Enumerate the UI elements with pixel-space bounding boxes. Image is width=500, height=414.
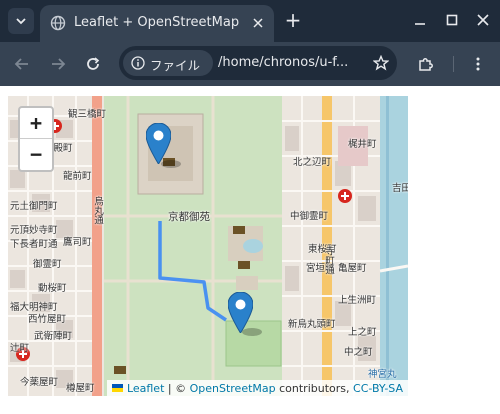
url-text[interactable]: /home/chronos/u-f...	[218, 55, 368, 70]
window-close-icon	[477, 14, 489, 26]
map-label: 辻町	[10, 343, 30, 354]
tab-list-button[interactable]	[8, 8, 34, 34]
forward-button[interactable]	[46, 52, 70, 76]
menu-icon	[476, 57, 480, 71]
map-label: 鷹司町	[63, 237, 92, 248]
ukraine-flag-icon	[111, 384, 123, 392]
browser-menu-button[interactable]	[466, 52, 490, 76]
zoom-control: + −	[18, 106, 54, 172]
toolbar-divider	[453, 56, 454, 72]
map-marker-start[interactable]	[146, 123, 171, 164]
osm-link[interactable]: OpenStreetMap	[190, 382, 276, 395]
map-label: 吉田	[392, 183, 408, 194]
map-label: 上生洲町	[338, 295, 377, 306]
back-icon	[14, 58, 28, 70]
forward-icon	[52, 58, 66, 70]
map-label: 動桜町	[38, 283, 67, 294]
extensions-icon	[419, 58, 433, 71]
tab-strip: Leaflet + OpenStreetMap +	[0, 0, 500, 42]
map-label: 京都御苑	[168, 211, 210, 223]
map-label: 烏丸通	[92, 196, 103, 225]
map-label: 龍前町	[63, 171, 92, 182]
browser-tab[interactable]: Leaflet + OpenStreetMap	[40, 5, 274, 42]
reload-button[interactable]	[81, 52, 105, 76]
extensions-button[interactable]	[414, 52, 438, 76]
leaflet-map[interactable]: 観三橋町 新殿町 龍前町 元土御門町 元頂妙寺町 下長者町通 鷹司町 御霊町 動…	[8, 96, 408, 396]
page-content: 観三橋町 新殿町 龍前町 元土御門町 元頂妙寺町 下長者町通 鷹司町 御霊町 動…	[0, 86, 500, 414]
map-attribution: Leaflet | © OpenStreetMap contributors, …	[106, 380, 408, 396]
zoom-out-button[interactable]: −	[20, 139, 52, 169]
security-chip-label: ファイル	[150, 58, 201, 73]
license-link[interactable]: CC-BY-SA	[353, 382, 403, 395]
map-label: 元頂妙寺町	[10, 225, 58, 236]
star-icon	[373, 55, 389, 71]
leaflet-link[interactable]: Leaflet	[127, 382, 164, 395]
close-icon	[253, 18, 263, 28]
map-label: 中御霊町	[290, 211, 329, 222]
info-icon	[131, 56, 145, 70]
map-label: 元土御門町	[10, 201, 58, 212]
map-marker-end[interactable]	[228, 292, 253, 333]
attribution-contributors: contributors,	[275, 381, 354, 395]
map-label: 中之町	[344, 347, 373, 358]
map-label: 西竹屋町	[28, 314, 67, 325]
map-label: 御霊町	[33, 259, 62, 270]
globe-icon	[50, 15, 66, 31]
map-label: 新烏丸頭町	[288, 319, 336, 330]
tab-title: Leaflet + OpenStreetMap	[74, 15, 240, 30]
map-label: 武衛陣町	[34, 331, 73, 342]
map-label: 亀屋町	[338, 263, 367, 274]
security-chip[interactable]: ファイル	[123, 50, 213, 76]
map-label: 樽屋町	[66, 383, 95, 394]
map-label: 梶井町	[348, 139, 377, 150]
map-label: 下長者町通	[10, 239, 58, 250]
minimize-icon	[415, 23, 425, 25]
map-label: 神宮丸	[368, 369, 397, 380]
attribution-separator: | ©	[164, 381, 190, 395]
map-label: 北之辺町	[293, 157, 332, 168]
address-bar[interactable]: ファイル /home/chronos/u-f...	[119, 46, 397, 80]
tab-list-icon	[16, 18, 26, 25]
window-close-button[interactable]	[472, 9, 494, 31]
new-tab-button[interactable]: +	[282, 8, 304, 32]
zoom-in-button[interactable]: +	[20, 108, 52, 139]
minimize-button[interactable]	[409, 9, 431, 31]
maximize-button[interactable]	[441, 9, 463, 31]
map-label: 寺町通	[323, 246, 334, 275]
map-label: 今薬屋町	[20, 377, 59, 388]
maximize-icon	[446, 14, 458, 26]
map-label: 観三橋町	[68, 109, 107, 120]
back-button[interactable]	[10, 52, 34, 76]
map-label: 上之町	[348, 327, 377, 338]
browser-toolbar: ファイル /home/chronos/u-f...	[0, 42, 500, 86]
bookmark-button[interactable]	[372, 54, 390, 72]
plus-icon: +	[284, 8, 302, 32]
tab-close-button[interactable]	[248, 13, 268, 33]
reload-icon	[87, 57, 100, 70]
